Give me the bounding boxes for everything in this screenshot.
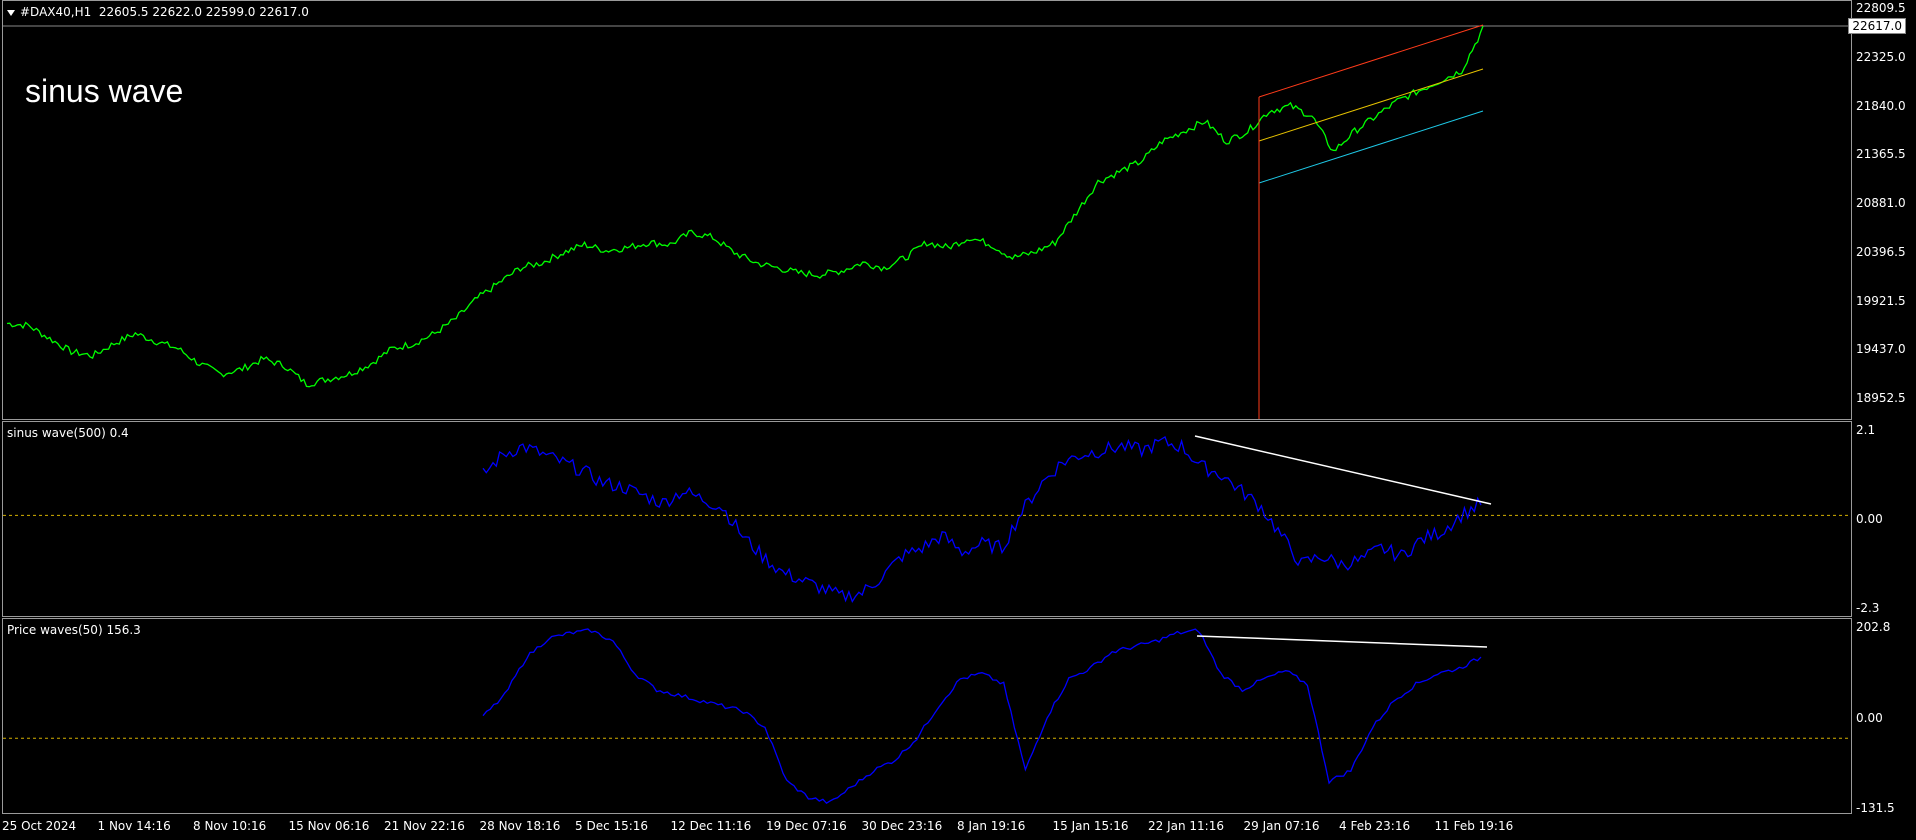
time-tick-label: 22 Jan 11:16	[1148, 819, 1224, 833]
axis-tick-label: 22809.5	[1856, 1, 1906, 15]
time-tick-label: 21 Nov 22:16	[384, 819, 465, 833]
price-line	[6, 25, 1484, 388]
axis-tick-label: 2.1	[1856, 423, 1876, 437]
axis-tick-label: 19437.0	[1856, 342, 1906, 357]
axis-tick-label: 21840.0	[1856, 98, 1906, 113]
sinus-wave-pane[interactable]: sinus wave(500) 0.4	[2, 421, 1852, 617]
time-tick-label: 25 Oct 2024	[2, 819, 77, 833]
time-tick-label: 1 Nov 14:16	[97, 819, 171, 833]
time-tick-label: 30 Dec 23:16	[861, 819, 943, 833]
sinus-wave-line	[482, 436, 1482, 603]
time-tick-label: 4 Feb 23:16	[1339, 819, 1411, 833]
axis-tick-label: 22325.0	[1856, 49, 1906, 64]
axis-tick-label: 18952.5	[1856, 391, 1906, 405]
time-tick-label: 19 Dec 07:16	[766, 819, 847, 833]
axis-tick-label: -2.3	[1856, 601, 1880, 615]
price-waves-plot[interactable]	[3, 619, 1851, 813]
trendline[interactable]	[1196, 635, 1488, 648]
axis-tick-label: 19921.5	[1856, 293, 1906, 308]
time-tick-label: 28 Nov 18:16	[479, 819, 561, 833]
trendline[interactable]	[1194, 435, 1492, 505]
axis-tick-label: 20881.0	[1856, 196, 1906, 210]
axis-tick-label: 0.00	[1856, 710, 1883, 725]
time-tick-label: 11 Feb 19:16	[1434, 819, 1514, 833]
time-axis[interactable]: 25 Oct 2024 1 Nov 14:16 8 Nov 10:16 15 Nov …	[0, 813, 1916, 840]
price-waves-pane[interactable]: Price waves(50) 156.3	[2, 618, 1852, 814]
axis-tick-label: 21365.5	[1856, 147, 1906, 162]
price-waves-line	[482, 628, 1482, 805]
time-tick-label: 15 Jan 15:16	[1052, 819, 1129, 833]
price-plot[interactable]	[3, 1, 1851, 419]
time-tick-label: 8 Nov 10:16	[193, 819, 267, 833]
time-tick-label: 12 Dec 11:16	[670, 819, 752, 833]
time-tick-label: 8 Jan 19:16	[957, 819, 1026, 833]
channel-upper-line[interactable]	[1258, 24, 1484, 98]
current-price-marker: 22617.0	[1848, 18, 1906, 34]
channel-middle-line[interactable]	[1258, 68, 1484, 142]
channel-lower-line[interactable]	[1258, 110, 1484, 184]
sinus-wave-plot[interactable]	[3, 422, 1851, 616]
axis-tick-label: 20396.5	[1856, 244, 1906, 259]
main-chart-pane[interactable]: #DAX40,H1 22605.5 22622.0 22599.0 22617.…	[2, 0, 1852, 420]
axis-tick-label: 0.00	[1856, 512, 1883, 526]
time-tick-label: 5 Dec 15:16	[575, 819, 649, 833]
time-tick-label: 15 Nov 06:16	[288, 819, 370, 833]
axis-tick-label: 202.8	[1856, 620, 1891, 634]
time-tick-label: 29 Jan 07:16	[1243, 819, 1320, 833]
